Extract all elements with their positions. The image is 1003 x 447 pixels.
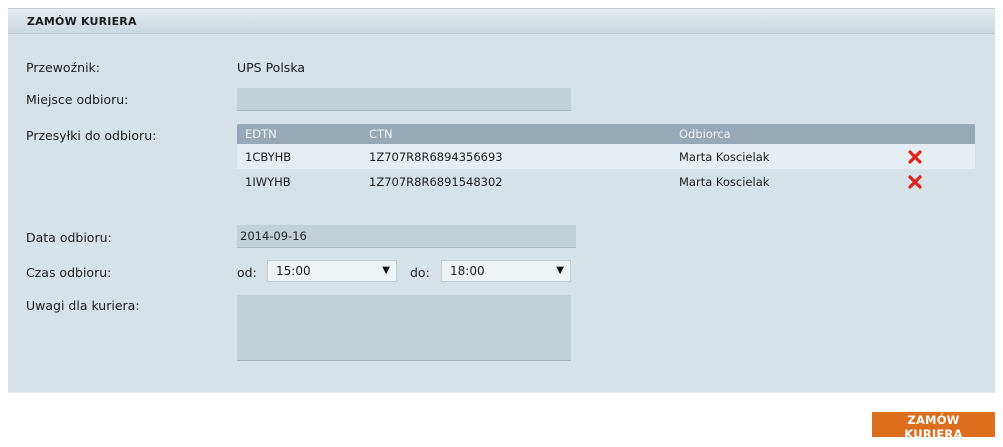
ctn-cell: 1Z707R8R6891548302 [369,175,503,189]
time-from-select[interactable]: 15:00 ▼ [267,260,397,282]
shipments-label: Przesyłki do odbioru: [26,128,157,143]
panel-header: ZAMÓW KURIERA [8,9,995,34]
divider [8,392,995,393]
pickup-place-field[interactable] [237,88,571,111]
column-header-edtn: EDTN [245,127,277,141]
chevron-down-icon: ▼ [382,265,390,276]
pickup-time-label: Czas odbioru: [26,265,112,280]
chevron-down-icon: ▼ [556,265,564,276]
notes-label: Uwagi dla kuriera: [26,298,140,313]
edtn-cell: 1CBYHB [245,150,292,164]
table-row: 1IWYHB 1Z707R8R6891548302 Marta Kosciela… [237,169,975,194]
time-from-value: 15:00 [276,264,311,278]
delete-icon[interactable] [908,175,922,189]
table-header: EDTN CTN Odbiorca [237,124,975,144]
carrier-label: Przewoźnik: [26,60,100,75]
panel-title: ZAMÓW KURIERA [27,15,137,28]
shipments-table: EDTN CTN Odbiorca 1CBYHB 1Z707R8R6894356… [237,124,975,194]
time-to-label: do: [410,265,430,280]
edtn-cell: 1IWYHB [245,175,291,189]
pickup-place-label: Miejsce odbioru: [26,92,129,107]
time-from-label: od: [237,265,257,280]
order-courier-panel: ZAMÓW KURIERA Przewoźnik: UPS Polska Mie… [8,8,995,393]
pickup-date-input[interactable] [237,225,576,248]
time-to-select[interactable]: 18:00 ▼ [441,260,571,282]
column-header-recipient: Odbiorca [679,127,731,141]
pickup-date-label: Data odbioru: [26,230,112,245]
column-header-ctn: CTN [369,127,393,141]
time-to-value: 18:00 [450,264,485,278]
delete-icon[interactable] [908,150,922,164]
notes-textarea[interactable] [237,295,571,361]
recipient-cell: Marta Koscielak [679,150,770,164]
recipient-cell: Marta Koscielak [679,175,770,189]
table-row: 1CBYHB 1Z707R8R6894356693 Marta Kosciela… [237,144,975,169]
ctn-cell: 1Z707R8R6894356693 [369,150,503,164]
order-courier-button[interactable]: ZAMÓW KURIERA [872,412,995,441]
carrier-value: UPS Polska [237,60,305,75]
